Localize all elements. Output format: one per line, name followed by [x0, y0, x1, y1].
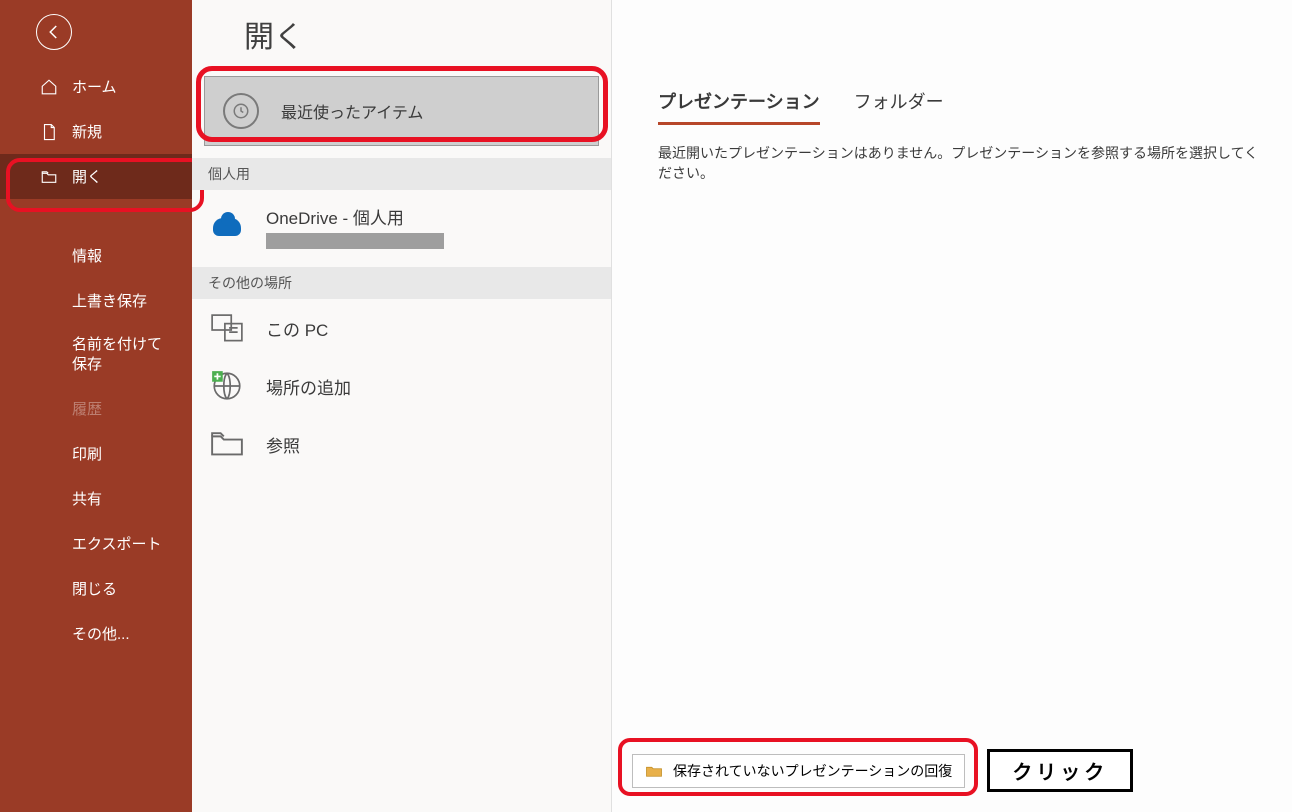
nav-home[interactable]: ホーム [0, 64, 192, 109]
content-tabs: プレゼンテーション フォルダー [658, 88, 1264, 125]
annotation-click-label: クリック [987, 749, 1133, 792]
location-addplace[interactable]: 場所の追加 [192, 357, 611, 415]
pc-icon [210, 313, 244, 343]
folder-small-icon [645, 764, 663, 778]
nav-export[interactable]: エクスポート [0, 521, 192, 566]
recover-area: 保存されていないプレゼンテーションの回復 クリック [632, 749, 1133, 792]
nav-export-label: エクスポート [72, 533, 162, 554]
empty-message: 最近開いたプレゼンテーションはありません。プレゼンテーションを参照する場所を選択… [658, 143, 1264, 183]
nav-print-label: 印刷 [72, 443, 102, 464]
nav-open[interactable]: 開く [0, 154, 192, 199]
nav-close-label: 閉じる [72, 578, 117, 599]
nav-saveas-label: 名前を付けて保存 [72, 335, 174, 374]
tab-folders[interactable]: フォルダー [854, 88, 944, 125]
recover-button-label: 保存されていないプレゼンテーションの回復 [673, 761, 952, 781]
add-place-icon [210, 371, 244, 401]
recent-items-button[interactable]: 最近使ったアイテム [204, 76, 599, 146]
sidebar: ホーム 新規 開く 情報 上書き保存 名前を付けて保存 履歴 印刷 共有 エクス… [0, 0, 192, 812]
nav-saveas[interactable]: 名前を付けて保存 [0, 323, 192, 386]
onedrive-icon [210, 212, 244, 242]
onedrive-account-redacted [266, 233, 444, 249]
addplace-label: 場所の追加 [266, 374, 351, 399]
nav-history-label: 履歴 [72, 398, 102, 419]
nav-info[interactable]: 情報 [0, 233, 192, 278]
nav-save[interactable]: 上書き保存 [0, 278, 192, 323]
tab-presentations[interactable]: プレゼンテーション [658, 88, 820, 125]
page-title: 開く [192, 8, 611, 76]
nav-more[interactable]: その他... [0, 611, 192, 656]
nav-open-label: 開く [72, 166, 102, 187]
folder-icon [210, 429, 244, 459]
thispc-label: この PC [266, 316, 328, 341]
nav-save-label: 上書き保存 [72, 290, 147, 311]
nav-new[interactable]: 新規 [0, 109, 192, 154]
document-icon [40, 123, 58, 141]
home-icon [40, 78, 58, 96]
nav-new-label: 新規 [72, 121, 102, 142]
location-browse[interactable]: 参照 [192, 415, 611, 473]
back-button[interactable] [36, 14, 72, 50]
nav-close[interactable]: 閉じる [0, 566, 192, 611]
onedrive-label: OneDrive - 個人用 [266, 204, 444, 229]
recover-unsaved-button[interactable]: 保存されていないプレゼンテーションの回復 [632, 754, 965, 788]
section-personal-header: 個人用 [192, 158, 611, 190]
recent-items-label: 最近使ったアイテム [281, 99, 423, 123]
clock-icon [223, 93, 259, 129]
arrow-left-icon [45, 23, 63, 41]
nav-share-label: 共有 [72, 488, 102, 509]
location-onedrive[interactable]: OneDrive - 個人用 [192, 190, 611, 263]
nav-share[interactable]: 共有 [0, 476, 192, 521]
folder-open-icon [40, 168, 58, 186]
nav-print[interactable]: 印刷 [0, 431, 192, 476]
locations-panel: 開く 最近使ったアイテム 個人用 OneDrive - 個人用 その他の場所 こ… [192, 0, 612, 812]
section-other-header: その他の場所 [192, 267, 611, 299]
content-pane: プレゼンテーション フォルダー 最近開いたプレゼンテーションはありません。プレゼ… [612, 0, 1292, 812]
nav-home-label: ホーム [72, 76, 117, 97]
nav-history: 履歴 [0, 386, 192, 431]
browse-label: 参照 [266, 432, 300, 457]
nav-more-label: その他... [72, 623, 130, 644]
nav-info-label: 情報 [72, 245, 102, 266]
location-thispc[interactable]: この PC [192, 299, 611, 357]
